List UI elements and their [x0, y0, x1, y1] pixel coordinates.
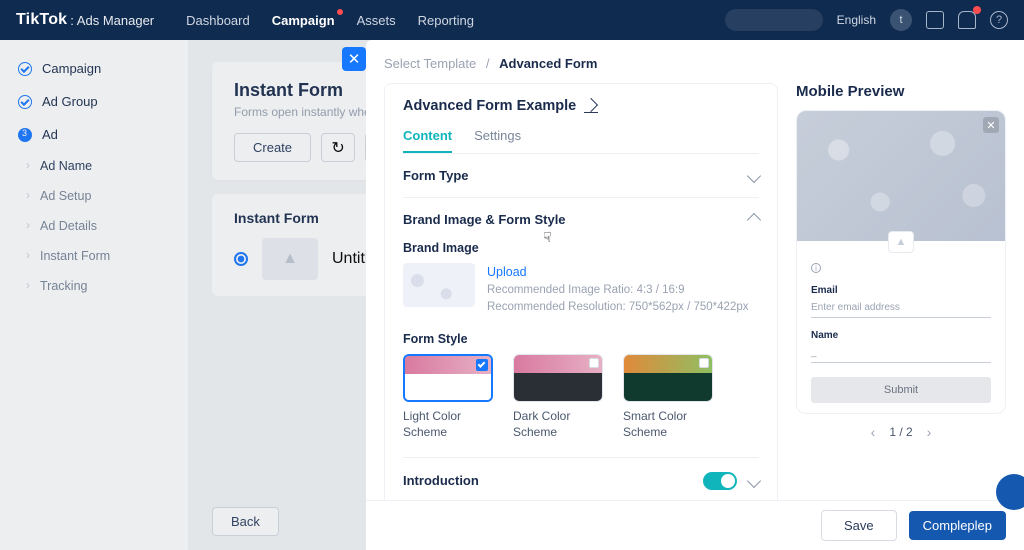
accordion-form-type[interactable]: Form Type	[403, 154, 759, 197]
tab-content[interactable]: Content	[403, 128, 452, 153]
nav-dashboard[interactable]: Dashboard	[186, 13, 250, 28]
style-option-smart[interactable]: Smart Color Scheme	[623, 354, 713, 440]
hint-ratio: Recommended Image Ratio: 4:3 / 16:9	[487, 282, 749, 299]
pager-text: 1 / 2	[889, 425, 912, 439]
chevron-down-icon	[747, 474, 761, 488]
substep-ad-name[interactable]: Ad Name	[0, 151, 188, 181]
pager-prev-icon[interactable]: ‹	[871, 424, 876, 440]
edit-icon[interactable]	[584, 99, 598, 113]
substep-tracking[interactable]: Tracking	[0, 271, 188, 301]
help-fab[interactable]	[996, 474, 1024, 510]
substep-ad-details[interactable]: Ad Details	[0, 211, 188, 241]
preview-name-input[interactable]: _	[811, 341, 991, 363]
refresh-button[interactable]: ↻	[321, 133, 355, 162]
radio-selected-icon[interactable]	[234, 252, 248, 266]
nav-campaign[interactable]: Campaign	[272, 13, 335, 28]
close-panel-button[interactable]: ✕	[342, 47, 366, 71]
preview-close-icon[interactable]: ✕	[983, 117, 999, 133]
account-switcher[interactable]	[725, 9, 823, 31]
info-icon: i	[811, 263, 821, 273]
breadcrumb-select-template[interactable]: Select Template	[384, 56, 476, 71]
bell-icon[interactable]	[958, 11, 976, 29]
style-option-light[interactable]: Light Color Scheme	[403, 354, 493, 440]
avatar[interactable]: t	[890, 9, 912, 31]
checkbox-icon	[589, 358, 599, 368]
chevron-down-icon	[747, 168, 761, 182]
step-campaign[interactable]: Campaign	[0, 52, 188, 85]
brand-logo: TikTok	[16, 11, 67, 29]
introduction-toggle[interactable]	[703, 472, 737, 490]
preview-name-label: Name	[811, 330, 991, 341]
upload-link[interactable]: Upload	[487, 263, 749, 282]
briefcase-icon[interactable]	[926, 11, 944, 29]
brand-suffix: : Ads Manager	[70, 13, 154, 28]
create-button[interactable]: Create	[234, 133, 311, 162]
notification-dot-icon	[337, 9, 343, 15]
mobile-preview-title: Mobile Preview	[796, 83, 1006, 100]
preview-email-label: Email	[811, 285, 991, 296]
save-button[interactable]: Save	[821, 510, 897, 541]
preview-email-input[interactable]: Enter email address	[811, 296, 991, 318]
check-icon	[18, 62, 32, 76]
preview-pager: ‹ 1 / 2 ›	[796, 424, 1006, 440]
language-selector[interactable]: English	[837, 13, 876, 27]
chevron-up-icon	[747, 212, 761, 226]
complete-button[interactable]: Compleplep	[909, 511, 1006, 540]
form-editor-card: Advanced Form Example Content Settings F…	[384, 83, 778, 500]
app-header: TikTok : Ads Manager Dashboard Campaign …	[0, 0, 1024, 40]
preview-submit-button[interactable]: Submit	[811, 377, 991, 403]
image-placeholder-icon: ▲	[262, 238, 318, 280]
header-right: English t ?	[725, 9, 1008, 31]
pager-next-icon[interactable]: ›	[927, 424, 932, 440]
brand-image-placeholder[interactable]	[403, 263, 475, 307]
accordion-brand-image[interactable]: Brand Image & Form Style	[403, 198, 759, 241]
brand-image-label: Brand Image	[403, 241, 759, 255]
step-adgroup[interactable]: Ad Group	[0, 85, 188, 118]
nav-assets[interactable]: Assets	[357, 13, 396, 28]
step-sidebar: Campaign Ad Group Ad Ad Name Ad Setup Ad…	[0, 40, 188, 550]
breadcrumb-current: Advanced Form	[499, 56, 597, 71]
step-number-icon	[18, 128, 32, 142]
check-icon	[18, 95, 32, 109]
nav-reporting[interactable]: Reporting	[418, 13, 474, 28]
breadcrumb: Select Template / Advanced Form	[384, 56, 1006, 71]
style-option-dark[interactable]: Dark Color Scheme	[513, 354, 603, 440]
form-editor-panel: Select Template / Advanced Form Advanced…	[366, 40, 1024, 500]
help-icon[interactable]: ?	[990, 11, 1008, 29]
form-title: Advanced Form Example	[403, 98, 576, 114]
checkbox-icon	[699, 358, 709, 368]
form-style-label: Form Style	[403, 332, 759, 346]
checkmark-icon	[476, 359, 488, 371]
step-ad[interactable]: Ad	[0, 118, 188, 151]
substep-instant-form[interactable]: Instant Form	[0, 241, 188, 271]
preview-logo-placeholder-icon: ▲	[888, 231, 914, 253]
tab-settings[interactable]: Settings	[474, 128, 521, 153]
substep-ad-setup[interactable]: Ad Setup	[0, 181, 188, 211]
panel-footer: Save Compleplep	[366, 500, 1024, 550]
back-button[interactable]: Back	[212, 507, 279, 536]
hint-resolution: Recommended Resolution: 750*562px / 750*…	[487, 299, 749, 316]
top-nav: Dashboard Campaign Assets Reporting	[186, 13, 474, 28]
accordion-introduction[interactable]: Introduction	[403, 458, 759, 500]
mobile-preview: ✕ ▲ i Email Enter email address Name _ S…	[796, 110, 1006, 414]
